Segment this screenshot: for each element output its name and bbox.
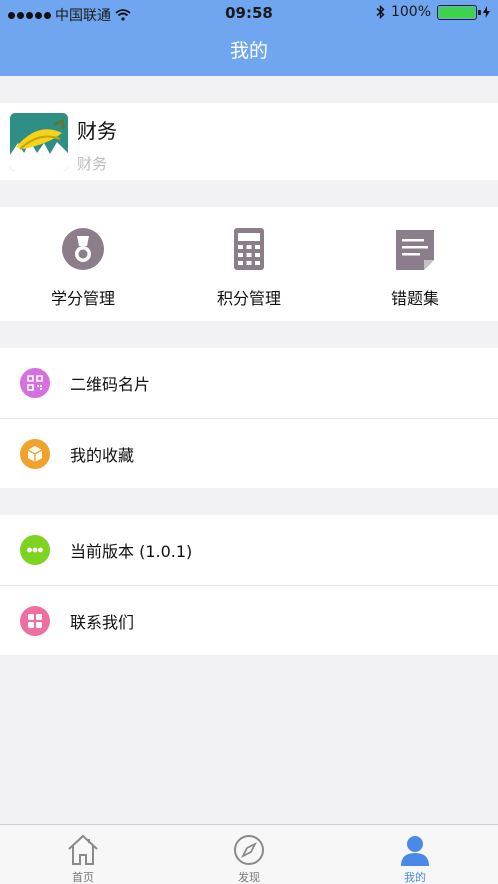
status-bar: 中国联通 09:58 100% — [0, 0, 498, 26]
points-management-label: 积分管理 — [216, 289, 281, 308]
battery-icon — [437, 4, 481, 20]
tab-bar: 首页 发现 我的 — [0, 824, 498, 884]
page-title: 我的 — [229, 40, 268, 62]
my-favorites-item[interactable]: 我的收藏 — [0, 418, 498, 488]
current-version-item[interactable]: 当前版本 (1.0.1) — [0, 515, 498, 585]
more-icon — [20, 535, 50, 565]
points-management-button[interactable]: 积分管理 — [166, 207, 332, 321]
feature-grid: 学分管理 积分管理 错题集 — [0, 207, 498, 321]
qrcode-card-item[interactable]: 二维码名片 — [0, 348, 498, 418]
tab-mine-label: 我的 — [404, 871, 426, 884]
contact-us-label: 联系我们 — [70, 613, 135, 632]
box-icon — [20, 439, 50, 469]
tab-home[interactable]: 首页 — [0, 825, 166, 884]
wrong-questions-label: 错题集 — [390, 289, 439, 308]
qrcode-icon — [20, 368, 50, 398]
qrcode-card-label: 二维码名片 — [70, 375, 151, 394]
charging-icon — [483, 6, 490, 18]
battery-area: 100% — [376, 4, 490, 20]
tab-discover[interactable]: 发现 — [166, 825, 332, 884]
home-icon — [68, 834, 98, 865]
document-icon — [396, 230, 434, 270]
tab-home-label: 首页 — [72, 871, 94, 884]
tab-discover-label: 发现 — [238, 871, 260, 884]
apps-icon — [20, 606, 50, 636]
profile-name: 财务 — [77, 119, 117, 143]
medal-icon — [62, 228, 104, 270]
contact-us-item[interactable]: 联系我们 — [0, 585, 498, 655]
navigation-header: 中国联通 09:58 100% 我的 — [0, 0, 498, 76]
my-favorites-label: 我的收藏 — [70, 446, 135, 465]
person-icon — [401, 836, 429, 866]
credit-management-button[interactable]: 学分管理 — [0, 207, 166, 321]
compass-icon — [234, 835, 264, 865]
wrong-questions-button[interactable]: 错题集 — [332, 207, 498, 321]
battery-percent: 100% — [390, 4, 431, 20]
avatar — [10, 113, 68, 171]
credit-management-label: 学分管理 — [50, 289, 115, 308]
bluetooth-icon — [376, 5, 385, 19]
profile-subtitle: 财务 — [77, 155, 108, 173]
profile-card[interactable]: 财务 财务 — [0, 103, 498, 180]
menu-group-1: 二维码名片 我的收藏 — [0, 348, 498, 488]
menu-group-2: 当前版本 (1.0.1) 联系我们 — [0, 515, 498, 655]
current-version-label: 当前版本 (1.0.1) — [70, 542, 193, 561]
calculator-icon — [234, 228, 264, 270]
tab-mine[interactable]: 我的 — [332, 825, 498, 884]
